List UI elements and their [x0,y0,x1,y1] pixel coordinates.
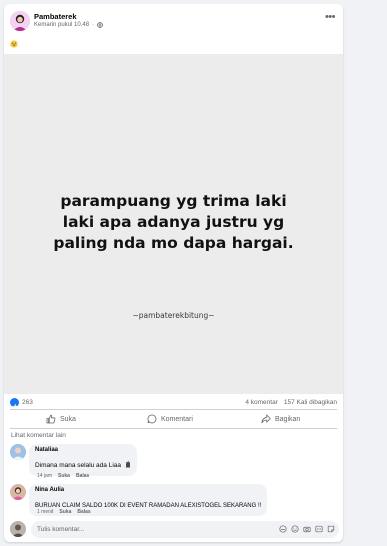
page-avatar[interactable] [10,11,30,31]
engagement-stats: 4 komentar 157 Kali dibagikan [245,399,337,406]
composer-icons [279,525,335,533]
hand-emoji-icon [126,461,131,468]
like-label: Suka [60,415,76,423]
image-watermark: ~pambaterekbitung~ [132,311,215,320]
post-image-text: parampuang yg trima laki laki apa adanya… [4,191,343,254]
comment-input-placeholder: Tulis komentar... [37,526,85,533]
comment-author[interactable]: Nina Aulia [35,487,261,493]
thumbs-up-icon [46,414,56,424]
user-avatar[interactable] [10,521,26,537]
camera-icon[interactable] [303,525,311,533]
comment-button[interactable]: Komentari [147,412,193,426]
image-text-line: parampuang yg trima laki [60,192,287,210]
gif-icon[interactable] [315,525,323,533]
commenter-avatar[interactable] [10,444,26,460]
comment-bubble: Nataliaa Dimana mana selalu ada Liaa [29,444,138,476]
comment-icon [147,414,157,424]
image-text-line: laki apa adanya justru yg [62,213,285,231]
comment-input[interactable]: Tulis komentar... [31,521,339,538]
post-image[interactable]: parampuang yg trima laki laki apa adanya… [4,54,343,394]
comment-meta: 14 jam Suka Balas [37,473,89,479]
comment-time[interactable]: 1 menit [37,509,53,515]
commenter-avatar[interactable] [10,484,26,500]
comment-like-button[interactable]: Suka [58,473,70,479]
comment-text: Dimana mana selalu ada Liaa [35,462,121,469]
avatar-sticker-icon[interactable] [279,525,287,533]
comment-reply-button[interactable]: Balas [77,509,90,515]
reaction-count[interactable]: 263 [22,399,33,406]
globe-icon [97,22,103,28]
like-button[interactable]: Suka [46,412,76,426]
sticker-icon[interactable] [327,525,335,533]
comment-reply-button[interactable]: Balas [76,473,89,479]
image-text-line: paling nda mo dapa hargai. [53,234,294,252]
view-more-comments-link[interactable]: Lihat komentar lain [11,432,66,439]
more-options-button[interactable]: ••• [325,12,336,23]
post-timestamp[interactable]: Kemarin pukul 10.48 [34,22,89,28]
comment-count[interactable]: 4 komentar [245,399,278,406]
share-button[interactable]: Bagikan [261,412,300,426]
share-count[interactable]: 157 Kali dibagikan [284,399,337,406]
divider [10,409,337,410]
comment-like-button[interactable]: Suka [59,509,71,515]
like-reaction-icon[interactable] [10,398,19,410]
smiling-emoji-icon [10,40,18,48]
post-card: Pambaterek Kemarin pukul 10.48 · ••• par… [4,4,343,542]
comment-time[interactable]: 14 jam [37,473,52,479]
emoji-icon[interactable] [291,525,299,533]
post-meta: Kemarin pukul 10.48 · [34,22,103,28]
comment-meta: 1 menit Suka Balas [37,509,91,515]
share-label: Bagikan [275,415,301,423]
share-icon [261,414,271,424]
comment-label: Komentari [161,415,193,423]
comment-author[interactable]: Nataliaa [35,447,131,453]
page-name[interactable]: Pambaterek [34,12,77,21]
divider [10,428,337,429]
